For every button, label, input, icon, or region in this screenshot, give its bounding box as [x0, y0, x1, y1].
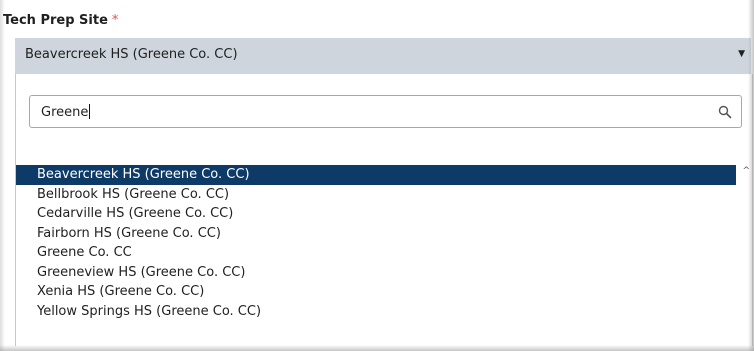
required-marker: * — [111, 13, 119, 28]
select-value: Beavercreek HS (Greene Co. CC) — [25, 47, 238, 62]
result-option[interactable]: Greene Co. CC — [16, 243, 736, 263]
frame-shadow-left — [0, 0, 5, 351]
dropdown-screenshot: Tech Prep Site * Beavercreek HS (Greene C… — [0, 0, 754, 351]
result-option[interactable]: Xenia HS (Greene Co. CC) — [16, 282, 736, 302]
results-list: Beavercreek HS (Greene Co. CC) Bellbrook … — [16, 165, 736, 346]
result-option[interactable]: Fairborn HS (Greene Co. CC) — [16, 224, 736, 244]
text-caret — [89, 104, 91, 119]
result-option[interactable]: Bellbrook HS (Greene Co. CC) — [16, 185, 736, 205]
search-input[interactable]: Greene — [29, 95, 742, 128]
result-option[interactable]: Beavercreek HS (Greene Co. CC) — [16, 165, 736, 185]
search-icon — [718, 105, 732, 119]
tech-prep-site-select[interactable]: Beavercreek HS (Greene Co. CC) ▼ — [15, 38, 751, 74]
search-input-value: Greene — [41, 104, 91, 120]
frame-shadow-right — [748, 0, 754, 351]
result-option[interactable]: Cedarville HS (Greene Co. CC) — [16, 204, 736, 224]
search-input-text: Greene — [41, 105, 89, 120]
field-label: Tech Prep Site * — [3, 13, 118, 28]
dropdown-panel: Greene Beavercreek HS (Greene Co. CC) Bel… — [15, 74, 753, 346]
chevron-down-icon[interactable]: ▼ — [738, 49, 745, 59]
field-label-text: Tech Prep Site — [3, 13, 108, 28]
result-option[interactable]: Yellow Springs HS (Greene Co. CC) — [16, 302, 736, 322]
result-option[interactable]: Greeneview HS (Greene Co. CC) — [16, 263, 736, 283]
frame-shadow-bottom — [0, 345, 754, 351]
